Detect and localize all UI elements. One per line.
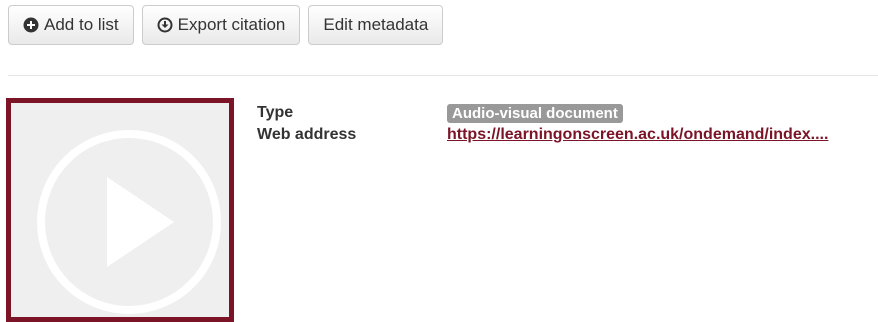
record-metadata: Type Audio-visual document Web address h… bbox=[257, 102, 828, 146]
export-citation-button[interactable]: Export citation bbox=[141, 5, 301, 45]
record-page: Add to list Export citation Edit metadat… bbox=[0, 0, 878, 322]
edit-metadata-button[interactable]: Edit metadata bbox=[308, 5, 444, 45]
action-toolbar: Add to list Export citation Edit metadat… bbox=[8, 5, 444, 45]
plus-circle-icon bbox=[23, 17, 39, 33]
export-citation-label: Export citation bbox=[177, 15, 286, 34]
video-thumbnail[interactable] bbox=[6, 98, 234, 322]
web-address-link[interactable]: https://learningonscreen.ac.uk/ondemand/… bbox=[447, 126, 828, 144]
type-label: Type bbox=[257, 104, 294, 121]
edit-metadata-label: Edit metadata bbox=[323, 15, 429, 34]
arrow-down-circle-icon bbox=[157, 17, 173, 33]
web-address-label: Web address bbox=[257, 126, 357, 143]
type-row: Type Audio-visual document bbox=[257, 102, 828, 124]
type-badge: Audio-visual document bbox=[447, 103, 623, 123]
add-to-list-button[interactable]: Add to list bbox=[8, 5, 134, 45]
add-to-list-label: Add to list bbox=[44, 15, 119, 34]
web-address-row: Web address https://learningonscreen.ac.… bbox=[257, 124, 828, 146]
play-icon bbox=[11, 103, 229, 317]
section-divider bbox=[8, 75, 878, 76]
